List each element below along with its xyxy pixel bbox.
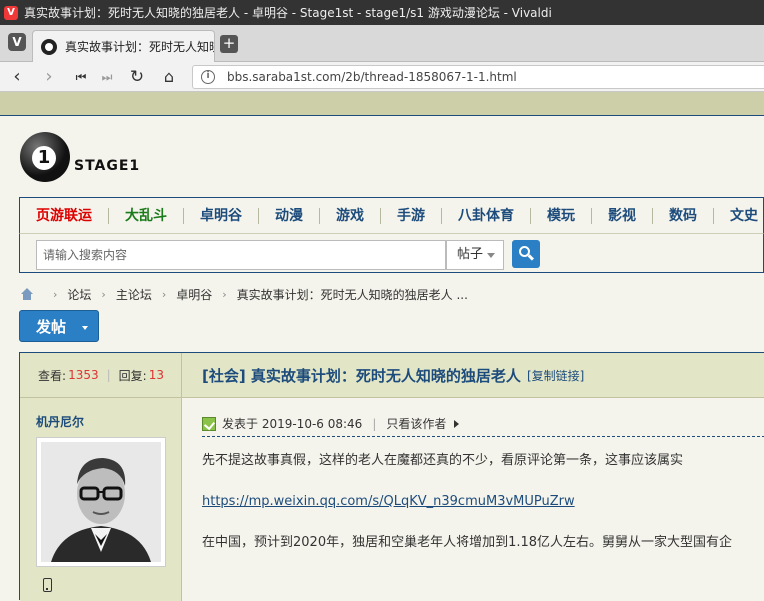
site-top-strip — [0, 92, 764, 116]
post-content: 先不提这故事真假，这样的老人在魔都还真的不少，看原评论第一条，这事应该属实 ht… — [202, 450, 764, 554]
views-label: 查看: — [38, 368, 67, 383]
author-name[interactable]: 机丹尼尔 — [36, 413, 84, 430]
breadcrumb-item[interactable]: 论坛 — [67, 286, 91, 303]
site-favicon-icon — [41, 38, 57, 55]
content-link[interactable]: https://mp.weixin.qq.com/s/QLqKV_n39cmuM… — [202, 494, 575, 509]
chevron-right-icon: › — [101, 287, 106, 301]
thread-title: [社会] 真实故事计划：死时无人知晓的独居老人 — [202, 366, 521, 385]
window-title: 真实故事计划：死时无人知晓的独居老人 - 卓明谷 - Stage1st - st… — [24, 6, 552, 20]
nav-item[interactable]: 手游 — [381, 207, 442, 224]
search-bar: 请输入搜索内容 帖子 — [19, 233, 764, 273]
views-count: 1353 — [68, 368, 99, 382]
chevron-down-icon — [487, 253, 495, 258]
nav-item[interactable]: 数码 — [653, 207, 714, 224]
home-icon[interactable] — [19, 288, 35, 300]
mobile-phone-icon — [43, 578, 52, 592]
vivaldi-menu-icon[interactable]: V — [8, 33, 26, 51]
search-button[interactable] — [512, 240, 540, 268]
chevron-down-icon — [82, 326, 88, 330]
thread-table: 查看: 1353 | 回复: 13 机丹尼尔 [社会] 真实故事计划：死时无人知… — [19, 352, 764, 601]
replies-count: 13 — [148, 368, 164, 382]
content-line: 在中国，预计到2020年，独居和空巢老年人将增加到1.18亿人左右。舅舅从一家大… — [202, 535, 733, 550]
nav-item[interactable]: 八卦体育 — [442, 207, 531, 224]
nav-item[interactable]: 文史 — [714, 208, 764, 224]
search-scope-select[interactable]: 帖子 — [446, 240, 504, 270]
nav-item[interactable]: 游戏 — [320, 207, 381, 224]
replies-label: 回复: — [118, 368, 147, 383]
post-column: [社会] 真实故事计划：死时无人知晓的独居老人 [复制链接] 发表于 2019-… — [182, 353, 764, 601]
nav-item[interactable]: 卓明谷 — [184, 207, 259, 224]
avatar-portrait-icon — [41, 442, 161, 562]
nav-item[interactable]: 页游联运 — [20, 207, 109, 224]
post-status-icon — [202, 416, 216, 431]
forum-nav: 页游联运 大乱斗 卓明谷 动漫 游戏 手游 八卦体育 模玩 影视 数码 文史 — [19, 197, 764, 233]
address-bar: ‹ › ⏮ ⏭ ↻ ⌂ i bbs.saraba1st.com/2b/threa… — [0, 62, 764, 92]
thread-title-row: [社会] 真实故事计划：死时无人知晓的独居老人 [复制链接] — [182, 353, 764, 398]
thread-stats: 查看: 1353 | 回复: 13 — [20, 353, 182, 398]
post-meta: 发表于 2019-10-6 08:46 | 只看该作者 — [202, 411, 764, 437]
breadcrumb-item[interactable]: 真实故事计划：死时无人知晓的独居老人 ... — [237, 286, 468, 303]
logo-ball-icon: 1 — [20, 132, 70, 182]
search-input[interactable]: 请输入搜索内容 — [36, 240, 446, 270]
content-line: 先不提这故事真假，这样的老人在魔都还真的不少，看原评论第一条，这事应该属实 — [202, 453, 684, 468]
search-scope-value: 帖子 — [457, 247, 484, 262]
vivaldi-logo-icon: V — [4, 5, 18, 20]
rewind-icon[interactable]: ⏮ — [70, 66, 92, 88]
post-date: 发表于 2019-10-6 08:46 — [222, 417, 363, 431]
site-info-icon[interactable]: i — [201, 70, 215, 84]
chevron-right-icon: › — [161, 287, 167, 301]
nav-item[interactable]: 模玩 — [531, 207, 592, 224]
play-arrow-icon — [454, 419, 460, 428]
avatar[interactable] — [36, 437, 166, 567]
forward-icon[interactable]: › — [38, 66, 60, 88]
site-logo[interactable]: 1 STAGE1 — [20, 132, 140, 182]
breadcrumb: › 论坛 › 主论坛 › 卓明谷 › 真实故事计划：死时无人知晓的独居老人 ..… — [19, 286, 468, 302]
new-post-button[interactable]: 发帖 — [19, 310, 99, 342]
reload-icon[interactable]: ↻ — [126, 66, 148, 88]
browser-tab[interactable]: 真实故事计划：死时无人知晓的独居老人 — [32, 30, 215, 62]
new-tab-icon[interactable]: + — [220, 35, 238, 53]
copy-link-button[interactable]: [复制链接] — [527, 367, 584, 384]
chevron-right-icon: › — [53, 287, 58, 301]
nav-item[interactable]: 动漫 — [259, 207, 320, 224]
logo-text: STAGE1 — [74, 158, 141, 174]
window-title-bar: V 真实故事计划：死时无人知晓的独居老人 - 卓明谷 - Stage1st - … — [0, 0, 764, 25]
chevron-right-icon: › — [222, 287, 227, 301]
breadcrumb-item[interactable]: 卓明谷 — [176, 286, 212, 303]
home-icon[interactable]: ⌂ — [158, 66, 180, 88]
tab-bar: V 真实故事计划：死时无人知晓的独居老人 + — [0, 25, 764, 62]
new-post-label: 发帖 — [36, 317, 67, 336]
back-icon[interactable]: ‹ — [6, 66, 28, 88]
nav-item[interactable]: 影视 — [592, 207, 653, 224]
tab-title: 真实故事计划：死时无人知晓的独居老人 — [65, 40, 214, 54]
only-author-link[interactable]: 只看该作者 — [386, 415, 446, 432]
fast-forward-icon[interactable]: ⏭ — [96, 66, 118, 88]
url-field[interactable]: i bbs.saraba1st.com/2b/thread-1858067-1-… — [192, 65, 764, 89]
breadcrumb-item[interactable]: 主论坛 — [116, 286, 152, 303]
author-column: 查看: 1353 | 回复: 13 机丹尼尔 — [20, 353, 182, 601]
url-text: bbs.saraba1st.com/2b/thread-1858067-1-1.… — [227, 70, 517, 84]
nav-item[interactable]: 大乱斗 — [109, 207, 184, 224]
